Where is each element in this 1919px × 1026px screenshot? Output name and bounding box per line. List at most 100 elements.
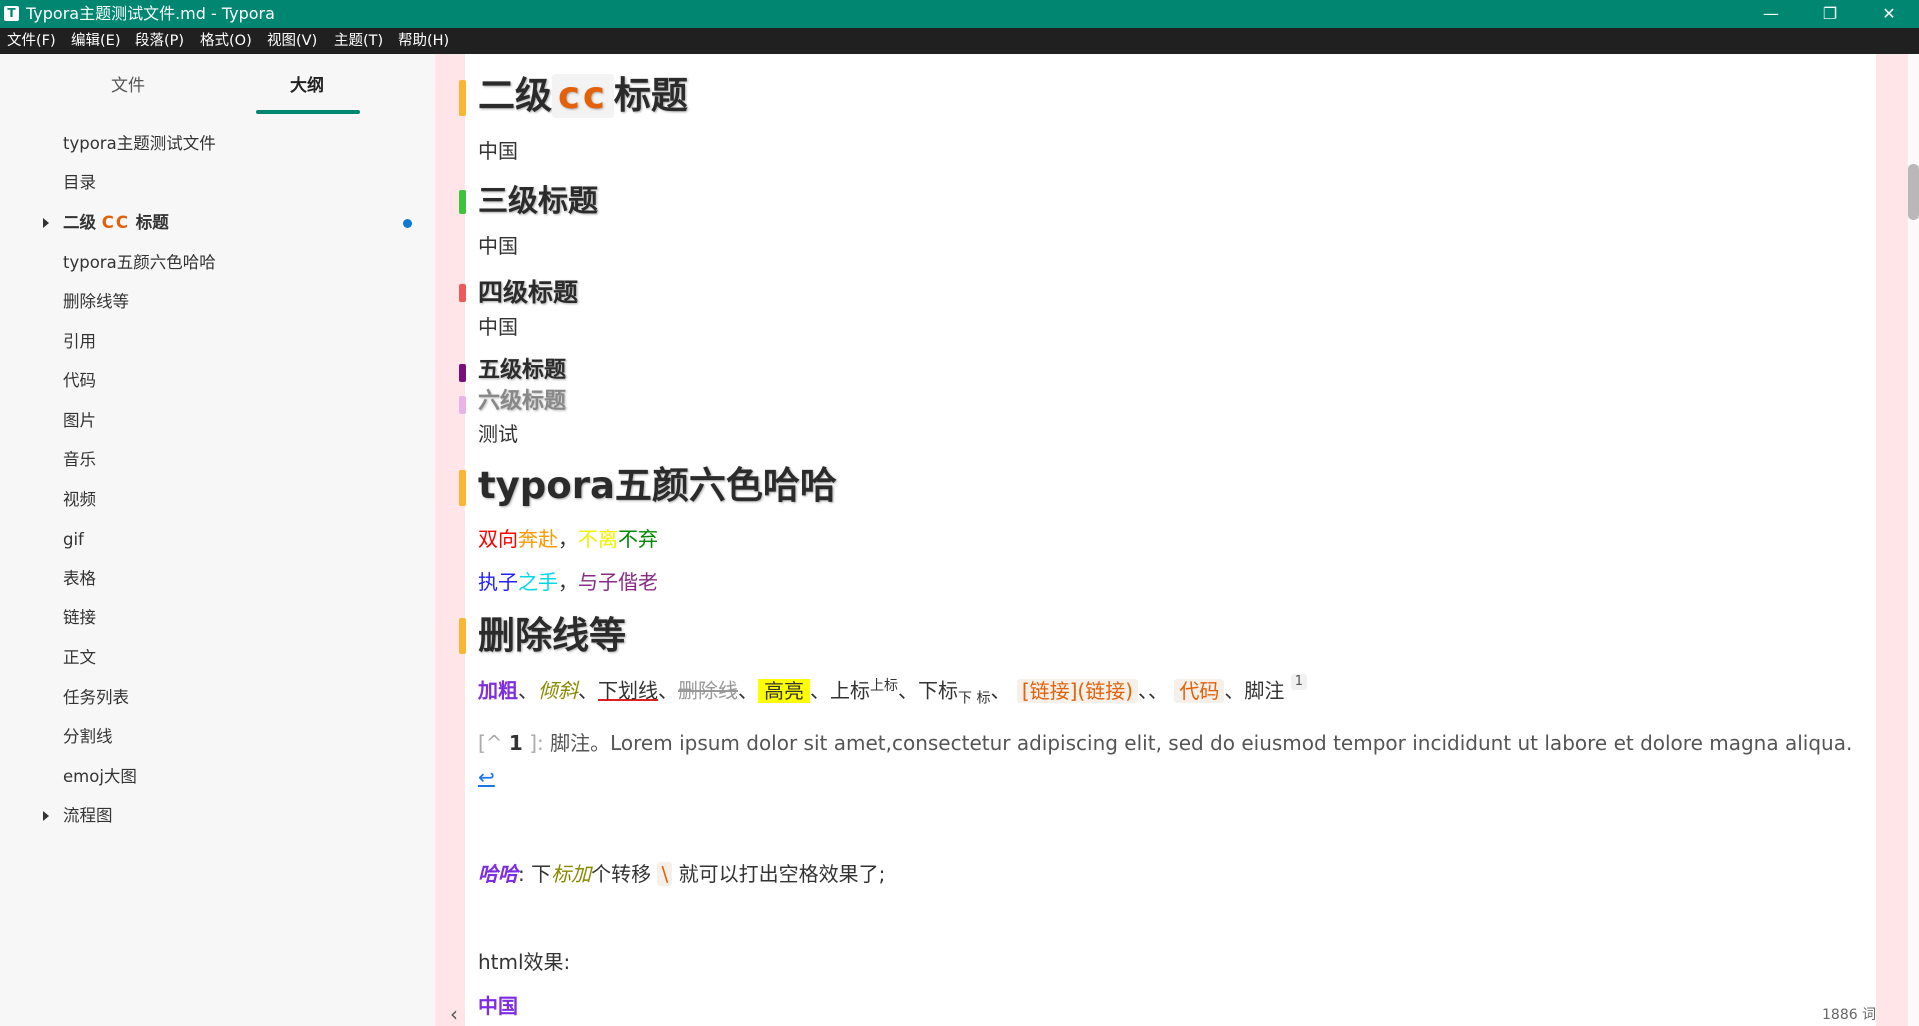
heading-h5[interactable]: 五级标题	[478, 358, 566, 384]
expand-arrow-icon[interactable]	[43, 811, 49, 821]
menu-theme[interactable]: 主题(T)	[334, 33, 383, 49]
colored-text: 不离	[578, 527, 618, 551]
tab-outline[interactable]: 大纲	[290, 76, 324, 96]
superscript-text: 上标	[870, 678, 898, 694]
title-bar: T Typora主题测试文件.md - Typora — ❐ ✕	[0, 0, 1919, 28]
heading-h2-colors[interactable]: typora五颜六色哈哈	[478, 464, 837, 508]
html-effect-text[interactable]: 中国	[478, 992, 518, 1020]
paragraph[interactable]: html效果:	[478, 948, 570, 976]
menu-paragraph[interactable]: 段落(P)	[135, 33, 184, 49]
menu-edit[interactable]: 编辑(E)	[71, 33, 120, 49]
colon: :	[518, 862, 525, 886]
outline-item[interactable]: 视频	[63, 490, 96, 510]
h2-marker	[459, 80, 466, 116]
link-code-text[interactable]: [链接](链接)	[1016, 678, 1139, 703]
heading-h2-strike[interactable]: 删除线等	[478, 614, 626, 658]
menu-file[interactable]: 文件(F)	[7, 33, 56, 49]
italic-text: 标加	[551, 862, 592, 886]
footnote-text: 脚注。Lorem ipsum dolor sit amet,consectetu…	[550, 731, 1853, 755]
heading-h2-cc[interactable]: 二级 cc 标题	[478, 74, 688, 118]
outline-item[interactable]: emoj大图	[63, 767, 137, 787]
outline-item[interactable]: gif	[63, 530, 84, 550]
paragraph[interactable]: 中国	[478, 137, 518, 165]
escape-char: \	[657, 862, 673, 886]
word-count[interactable]: 1886 词	[1822, 1004, 1876, 1024]
outline-item[interactable]: 链接	[63, 608, 96, 628]
close-icon[interactable]: ✕	[1860, 0, 1918, 28]
outline-item[interactable]: 引用	[63, 332, 96, 352]
colored-text-line[interactable]: 执子之手，与子偕老	[478, 568, 658, 596]
outline-item[interactable]: 正文	[63, 648, 96, 668]
footnote-definition[interactable]: [^ 1 ]: 脚注。Lorem ipsum dolor sit amet,co…	[478, 726, 1866, 794]
outline-item[interactable]: 流程图	[63, 806, 113, 826]
outline-item[interactable]: 删除线等	[63, 292, 129, 312]
heading-h3[interactable]: 三级标题	[478, 184, 598, 220]
inline-code: cc	[552, 74, 614, 118]
subscript-text: 下 标	[958, 690, 991, 707]
outline-item[interactable]: typora主题测试文件	[63, 134, 216, 154]
haha-label: 哈哈	[478, 862, 518, 886]
outline-item[interactable]: 表格	[63, 569, 96, 589]
minimize-icon[interactable]: —	[1742, 0, 1800, 28]
separator: 、	[1224, 678, 1245, 703]
h2-marker	[459, 618, 466, 654]
outline-item-code: CC	[101, 213, 130, 232]
active-tab-indicator	[256, 110, 360, 114]
separator: 、	[1148, 678, 1169, 703]
escape-line[interactable]: 哈哈: 下标加个转移 \ 就可以打出空格效果了;	[478, 860, 885, 888]
heading-text: 标题	[613, 74, 688, 117]
colored-text-line[interactable]: 双向奔赴，不离不弃	[478, 525, 658, 553]
collapse-sidebar-icon[interactable]: ‹	[450, 1002, 458, 1026]
separator: 、	[738, 678, 758, 703]
outline-item[interactable]: 音乐	[63, 450, 96, 470]
menu-help[interactable]: 帮助(H)	[398, 33, 449, 49]
paragraph[interactable]: 测试	[478, 420, 518, 448]
strikethrough-text: 删除线	[678, 678, 738, 703]
outline-item-label: 标题	[129, 213, 169, 232]
text-run: 下	[531, 862, 552, 886]
outline-item[interactable]: 二级 CC 标题	[63, 213, 169, 233]
h6-marker	[459, 396, 466, 414]
colored-text: ，	[558, 527, 578, 551]
bold-text: 加粗	[478, 678, 518, 703]
subscript-base: 下标	[918, 678, 958, 703]
paragraph[interactable]: 中国	[478, 313, 518, 341]
footnote-close: ]:	[529, 731, 544, 755]
footnote-back-link-icon[interactable]: ↩	[478, 765, 495, 789]
outline-item[interactable]: 分割线	[63, 727, 113, 747]
restore-icon[interactable]: ❐	[1801, 0, 1859, 28]
footnote-open: [^	[478, 731, 503, 755]
outline-item[interactable]: typora五颜六色哈哈	[63, 253, 216, 273]
window-title: Typora主题测试文件.md - Typora	[26, 4, 275, 23]
colored-text: 奔赴	[518, 527, 558, 551]
outline-item[interactable]: 任务列表	[63, 688, 129, 708]
heading-h6[interactable]: 六级标题	[478, 389, 566, 415]
colored-text: 双向	[478, 527, 518, 551]
separator: 、	[658, 678, 678, 703]
menu-view[interactable]: 视图(V)	[267, 33, 317, 49]
footnote-label: 脚注	[1244, 678, 1285, 703]
formatting-line[interactable]: 加粗、倾斜、下划线、删除线、 高亮 、上标上标、下标下 标、 [链接](链接)、、 …	[478, 672, 1308, 713]
colored-text: ，	[558, 570, 578, 594]
menu-format[interactable]: 格式(O)	[200, 33, 252, 49]
underline-text: 下划线	[598, 678, 658, 703]
colored-text: 执子	[478, 570, 518, 594]
outline-item[interactable]: 目录	[63, 173, 96, 193]
colored-text: 不弃	[618, 527, 658, 551]
outline-item[interactable]: 代码	[63, 371, 96, 391]
paragraph[interactable]: 中国	[478, 232, 518, 260]
heading-h4[interactable]: 四级标题	[478, 278, 578, 308]
scrollbar-thumb[interactable]	[1908, 164, 1919, 220]
outline-item-label: 二级	[63, 213, 102, 232]
h3-marker	[459, 190, 466, 214]
tab-files[interactable]: 文件	[111, 76, 145, 96]
menu-bar: 文件(F) 编辑(E) 段落(P) 格式(O) 视图(V) 主题(T) 帮助(H…	[0, 28, 1919, 54]
text-run: 就可以打出空格效果了;	[678, 862, 886, 886]
highlight-text: 高亮	[758, 678, 810, 703]
footnote-ref[interactable]: 1	[1290, 674, 1308, 690]
outline-item[interactable]: 图片	[63, 411, 96, 431]
separator: 、	[578, 678, 598, 703]
inline-code: 代码	[1174, 678, 1225, 703]
h2-marker	[459, 470, 466, 506]
expand-arrow-icon[interactable]	[43, 218, 49, 228]
